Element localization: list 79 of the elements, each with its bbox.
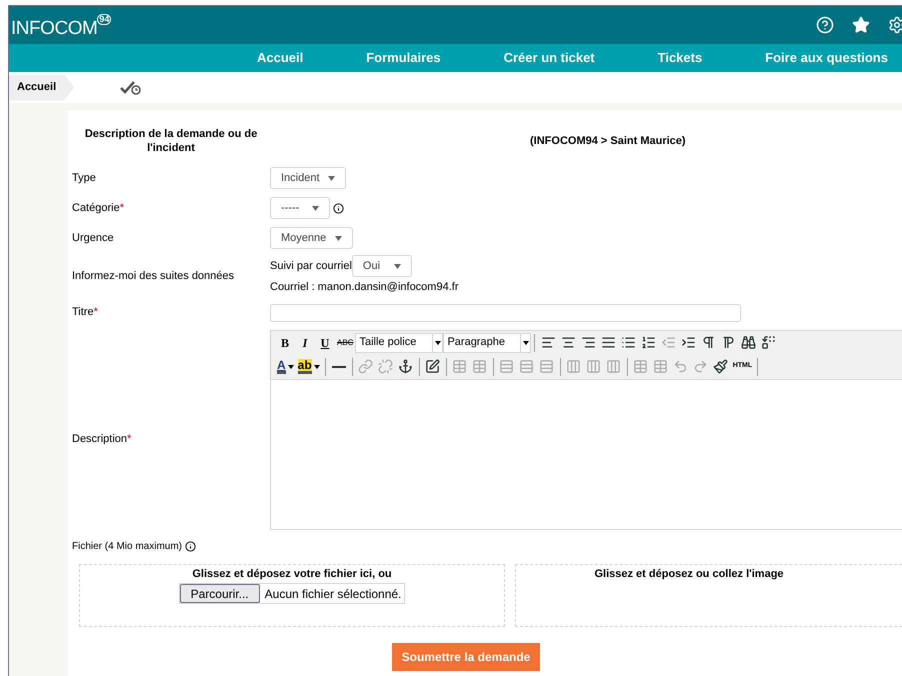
table-column-icon bbox=[606, 359, 622, 374]
anchor-icon bbox=[398, 359, 414, 374]
caret-icon bbox=[394, 264, 401, 268]
table-icon bbox=[452, 359, 468, 374]
undo-icon bbox=[673, 359, 688, 374]
justify-icon bbox=[600, 335, 616, 350]
caret-icon bbox=[314, 364, 320, 368]
required-mark: * bbox=[127, 432, 132, 448]
required-mark: * bbox=[120, 200, 124, 216]
info-icon[interactable] bbox=[185, 540, 196, 552]
brush-icon bbox=[713, 359, 728, 374]
title-field[interactable] bbox=[270, 304, 741, 322]
caret-icon bbox=[434, 340, 441, 344]
field-label: Fichier (4 Mio maximum) bbox=[72, 540, 182, 554]
field-label: Urgence bbox=[72, 230, 114, 246]
unlink-icon bbox=[378, 359, 394, 374]
toolbar-button[interactable]: B bbox=[275, 332, 295, 352]
check-clock-icon[interactable] bbox=[120, 80, 142, 94]
field-label: Description bbox=[72, 432, 128, 448]
table-icon bbox=[472, 359, 488, 374]
outdent-icon bbox=[660, 335, 676, 350]
format-select[interactable]: Paragraphe bbox=[443, 332, 532, 352]
pilcrow-icon bbox=[700, 335, 716, 350]
numbered-list-icon bbox=[640, 335, 656, 350]
settings-icon[interactable] bbox=[888, 16, 902, 34]
browse-button[interactable]: Parcourir... bbox=[180, 584, 260, 603]
bullet-list-icon bbox=[620, 335, 636, 350]
align-right-icon bbox=[580, 335, 596, 350]
redo-icon bbox=[693, 359, 708, 374]
image-drop-zone[interactable]: Glissez et déposez ou collez l'image bbox=[515, 564, 902, 626]
caret-icon bbox=[335, 236, 342, 240]
caret-icon bbox=[288, 364, 294, 368]
table-row-icon bbox=[499, 359, 514, 374]
required-mark: * bbox=[94, 305, 98, 320]
field-label: Catégorie bbox=[72, 200, 120, 216]
field-label: Informez-moi des suites données bbox=[72, 270, 234, 282]
link-icon bbox=[358, 359, 374, 374]
toolbar-button[interactable]: A bbox=[275, 356, 296, 376]
table-row-icon bbox=[539, 359, 554, 374]
caret-icon bbox=[328, 176, 335, 180]
table-icon bbox=[653, 359, 668, 374]
file-status: Aucun fichier sélectionné. bbox=[264, 586, 402, 602]
form-title: Description de la demande ou de l'incident bbox=[84, 127, 258, 155]
caret-icon bbox=[312, 206, 319, 210]
select-field[interactable]: ----- bbox=[270, 197, 330, 219]
drop-text: Glissez et déposez ou collez l'image bbox=[594, 566, 784, 582]
star-icon[interactable] bbox=[852, 16, 870, 34]
help-icon[interactable] bbox=[816, 16, 834, 34]
toolbar-button[interactable]: ab bbox=[296, 356, 322, 376]
field-label: Suivi par courriel bbox=[270, 258, 352, 274]
email-text: Courriel : manon.dansin@infocom94.fr bbox=[270, 280, 458, 295]
drop-text: Glissez et déposez votre fichier ici, ou bbox=[192, 566, 392, 582]
indent-icon bbox=[680, 335, 696, 350]
pilcrow-icon bbox=[720, 335, 736, 350]
entity-path: (INFOCOM94 > Saint Maurice) bbox=[530, 134, 686, 149]
select-field[interactable]: Moyenne bbox=[270, 227, 353, 249]
table-row-icon bbox=[519, 359, 534, 374]
align-center-icon bbox=[560, 335, 576, 350]
breadcrumb-item[interactable]: Accueil bbox=[9, 74, 74, 100]
field-label: Titre bbox=[72, 305, 94, 320]
align-left-icon bbox=[540, 335, 556, 350]
edit-icon bbox=[425, 359, 440, 374]
caret-icon bbox=[522, 340, 529, 344]
toolbar-button[interactable]: ABC bbox=[335, 332, 356, 352]
toolbar-button[interactable]: I bbox=[295, 332, 315, 352]
info-icon[interactable] bbox=[333, 202, 344, 214]
field-label: Type bbox=[72, 170, 96, 186]
file-field[interactable]: Parcourir... Aucun fichier sélectionné. bbox=[178, 583, 406, 604]
table-column-icon bbox=[566, 359, 582, 374]
binoculars-icon bbox=[740, 335, 756, 350]
table-icon bbox=[633, 359, 648, 374]
horizontal-rule-icon bbox=[332, 366, 346, 368]
replace-icon bbox=[760, 335, 776, 350]
file-drop-zone[interactable]: Glissez et déposez votre fichier ici, ou Parcourir... Aucun fichier sélectionné. bbox=[79, 564, 505, 626]
select-field[interactable]: Oui bbox=[352, 255, 412, 277]
toolbar-button[interactable]: U bbox=[315, 332, 335, 352]
select-field[interactable]: Incident bbox=[270, 167, 346, 189]
format-select[interactable]: Taille police bbox=[355, 332, 444, 352]
table-column-icon bbox=[586, 359, 602, 374]
